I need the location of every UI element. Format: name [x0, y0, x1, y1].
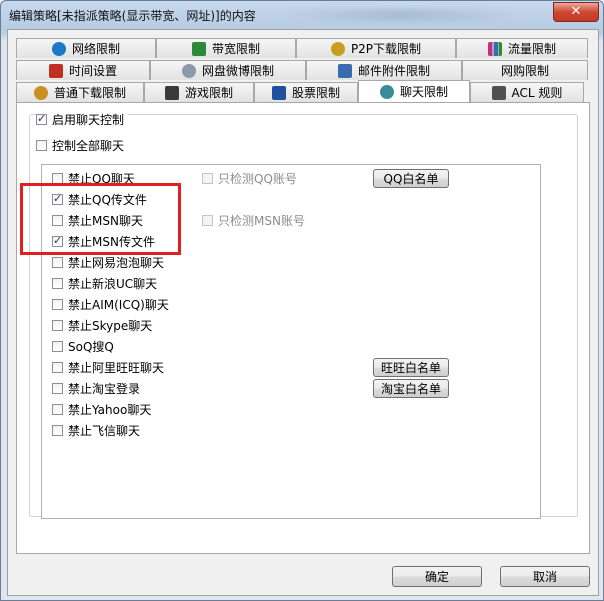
checkbox-box[interactable] — [52, 383, 63, 394]
tab-label: 网购限制 — [500, 64, 549, 78]
wangwang-whitelist-button[interactable]: 旺旺白名单 — [373, 358, 449, 377]
checkbox-box[interactable] — [36, 140, 47, 151]
game-icon — [164, 85, 179, 100]
close-button[interactable]: ✕ — [553, 2, 599, 22]
tab-row-2: 时间设置 网盘微博限制 邮件附件限制 网购限制 — [16, 60, 588, 80]
dialog-client: 网络限制 带宽限制 P2P下载限制 流量限制 时间设置 网盘微博限制 邮件附件限… — [7, 29, 599, 596]
checkbox-label: SoQ搜Q — [68, 340, 114, 354]
checkbox-box[interactable] — [52, 257, 63, 268]
taobao-whitelist-button[interactable]: 淘宝白名单 — [373, 379, 449, 398]
monitor-icon — [191, 41, 206, 56]
ok-button[interactable]: 确定 — [392, 566, 482, 587]
block-fetion-checkbox[interactable]: 禁止飞信聊天 — [52, 422, 140, 439]
title-bar-reflection — [281, 9, 521, 21]
cloud-icon — [181, 63, 196, 78]
tab-normal-download[interactable]: 普通下载限制 — [16, 82, 144, 102]
checkbox-label: 控制全部聊天 — [52, 139, 125, 153]
checkbox-box — [202, 173, 213, 184]
tab-mail-attachment[interactable]: 邮件附件限制 — [306, 60, 462, 80]
tab-row-1: 网络限制 带宽限制 P2P下载限制 流量限制 — [16, 38, 588, 58]
download-icon — [33, 85, 48, 100]
control-all-chat-checkbox[interactable]: 控制全部聊天 — [36, 137, 124, 154]
tab-label: P2P下载限制 — [350, 42, 422, 56]
tab-label: 网络限制 — [71, 42, 120, 56]
checkbox-box[interactable] — [52, 299, 63, 310]
checkbox-box[interactable] — [52, 320, 63, 331]
cancel-button[interactable]: 取消 — [500, 566, 590, 587]
tab-chat[interactable]: 聊天限制 — [358, 80, 470, 102]
checkbox-label: 启用聊天控制 — [52, 113, 125, 127]
mail-icon — [337, 63, 352, 78]
checkbox-box — [202, 215, 213, 226]
checkbox-box[interactable] — [52, 404, 63, 415]
acl-icon — [491, 85, 506, 100]
checkbox-box[interactable] — [52, 362, 63, 373]
block-skype-checkbox[interactable]: 禁止Skype聊天 — [52, 317, 152, 334]
title-bar[interactable]: 编辑策略[未指派策略(显示带宽、网址)]的内容 ✕ — [1, 1, 603, 29]
tab-label: 游戏限制 — [184, 86, 233, 100]
tab-game[interactable]: 游戏限制 — [144, 82, 254, 102]
ie-icon — [51, 41, 66, 56]
tab-label: ACL 规则 — [511, 86, 563, 100]
checkbox-box[interactable] — [52, 425, 63, 436]
clock-icon — [48, 63, 63, 78]
checkbox-label: 禁止淘宝登录 — [68, 382, 141, 396]
tab-label: 聊天限制 — [399, 85, 448, 99]
tab-bandwidth[interactable]: 带宽限制 — [156, 38, 296, 58]
tab-traffic[interactable]: 流量限制 — [456, 38, 588, 58]
checkbox-label: 禁止Yahoo聊天 — [68, 403, 152, 417]
tab-label: 邮件附件限制 — [357, 64, 430, 78]
p2p-icon — [330, 41, 345, 56]
checkbox-label: 只检测MSN账号 — [218, 214, 305, 228]
block-netease-popo-checkbox[interactable]: 禁止网易泡泡聊天 — [52, 254, 164, 271]
tab-acl[interactable]: ACL 规则 — [470, 82, 584, 102]
highlight-annotation-box — [20, 183, 181, 255]
tab-label: 普通下载限制 — [53, 86, 126, 100]
chat-icon — [379, 84, 394, 99]
qq-whitelist-button[interactable]: QQ白名单 — [373, 169, 449, 188]
tab-network[interactable]: 网络限制 — [16, 38, 156, 58]
enable-chat-control-checkbox[interactable]: 启用聊天控制 — [36, 111, 129, 128]
soq-checkbox[interactable]: SoQ搜Q — [52, 338, 114, 355]
block-aliwangwang-checkbox[interactable]: 禁止阿里旺旺聊天 — [52, 359, 164, 376]
checkbox-box[interactable] — [52, 341, 63, 352]
block-sina-uc-checkbox[interactable]: 禁止新浪UC聊天 — [52, 275, 157, 292]
window-title: 编辑策略[未指派策略(显示带宽、网址)]的内容 — [9, 9, 256, 23]
only-detect-msn-checkbox: 只检测MSN账号 — [202, 212, 305, 229]
tab-label: 时间设置 — [68, 64, 117, 78]
chat-tab-panel: 启用聊天控制 控制全部聊天 禁止QQ聊天 禁止QQ传文件 禁止MSN聊天 — [16, 102, 590, 554]
tab-p2p[interactable]: P2P下载限制 — [296, 38, 456, 58]
checkbox-label: 禁止AIM(ICQ)聊天 — [68, 298, 169, 312]
checkbox-box[interactable] — [36, 112, 47, 125]
tab-online-shopping[interactable]: 网购限制 — [462, 60, 588, 80]
only-detect-qq-checkbox: 只检测QQ账号 — [202, 170, 297, 187]
tab-stock[interactable]: 股票限制 — [254, 82, 358, 102]
tab-label: 网盘微博限制 — [201, 64, 274, 78]
checkbox-label: 禁止阿里旺旺聊天 — [68, 361, 165, 375]
tab-label: 带宽限制 — [211, 42, 260, 56]
block-taobao-login-checkbox[interactable]: 禁止淘宝登录 — [52, 380, 140, 397]
checkbox-label: 只检测QQ账号 — [218, 172, 297, 186]
checkbox-label: 禁止网易泡泡聊天 — [68, 256, 165, 270]
checkbox-label: 禁止新浪UC聊天 — [68, 277, 158, 291]
tab-netdisk-weibo[interactable]: 网盘微博限制 — [150, 60, 306, 80]
checkbox-label: 禁止Skype聊天 — [68, 319, 153, 333]
checkbox-label: 禁止飞信聊天 — [68, 424, 141, 438]
bar-chart-icon — [487, 41, 502, 56]
stock-icon — [271, 85, 286, 100]
checkbox-box[interactable] — [52, 278, 63, 289]
tab-label: 股票限制 — [291, 86, 340, 100]
block-aim-icq-checkbox[interactable]: 禁止AIM(ICQ)聊天 — [52, 296, 169, 313]
block-yahoo-checkbox[interactable]: 禁止Yahoo聊天 — [52, 401, 151, 418]
dialog-window: 编辑策略[未指派策略(显示带宽、网址)]的内容 ✕ 网络限制 带宽限制 P2P下… — [0, 0, 604, 601]
tab-time[interactable]: 时间设置 — [16, 60, 150, 80]
tab-label: 流量限制 — [507, 42, 556, 56]
tab-row-3: 普通下载限制 游戏限制 股票限制 聊天限制 ACL 规则 — [16, 80, 584, 102]
